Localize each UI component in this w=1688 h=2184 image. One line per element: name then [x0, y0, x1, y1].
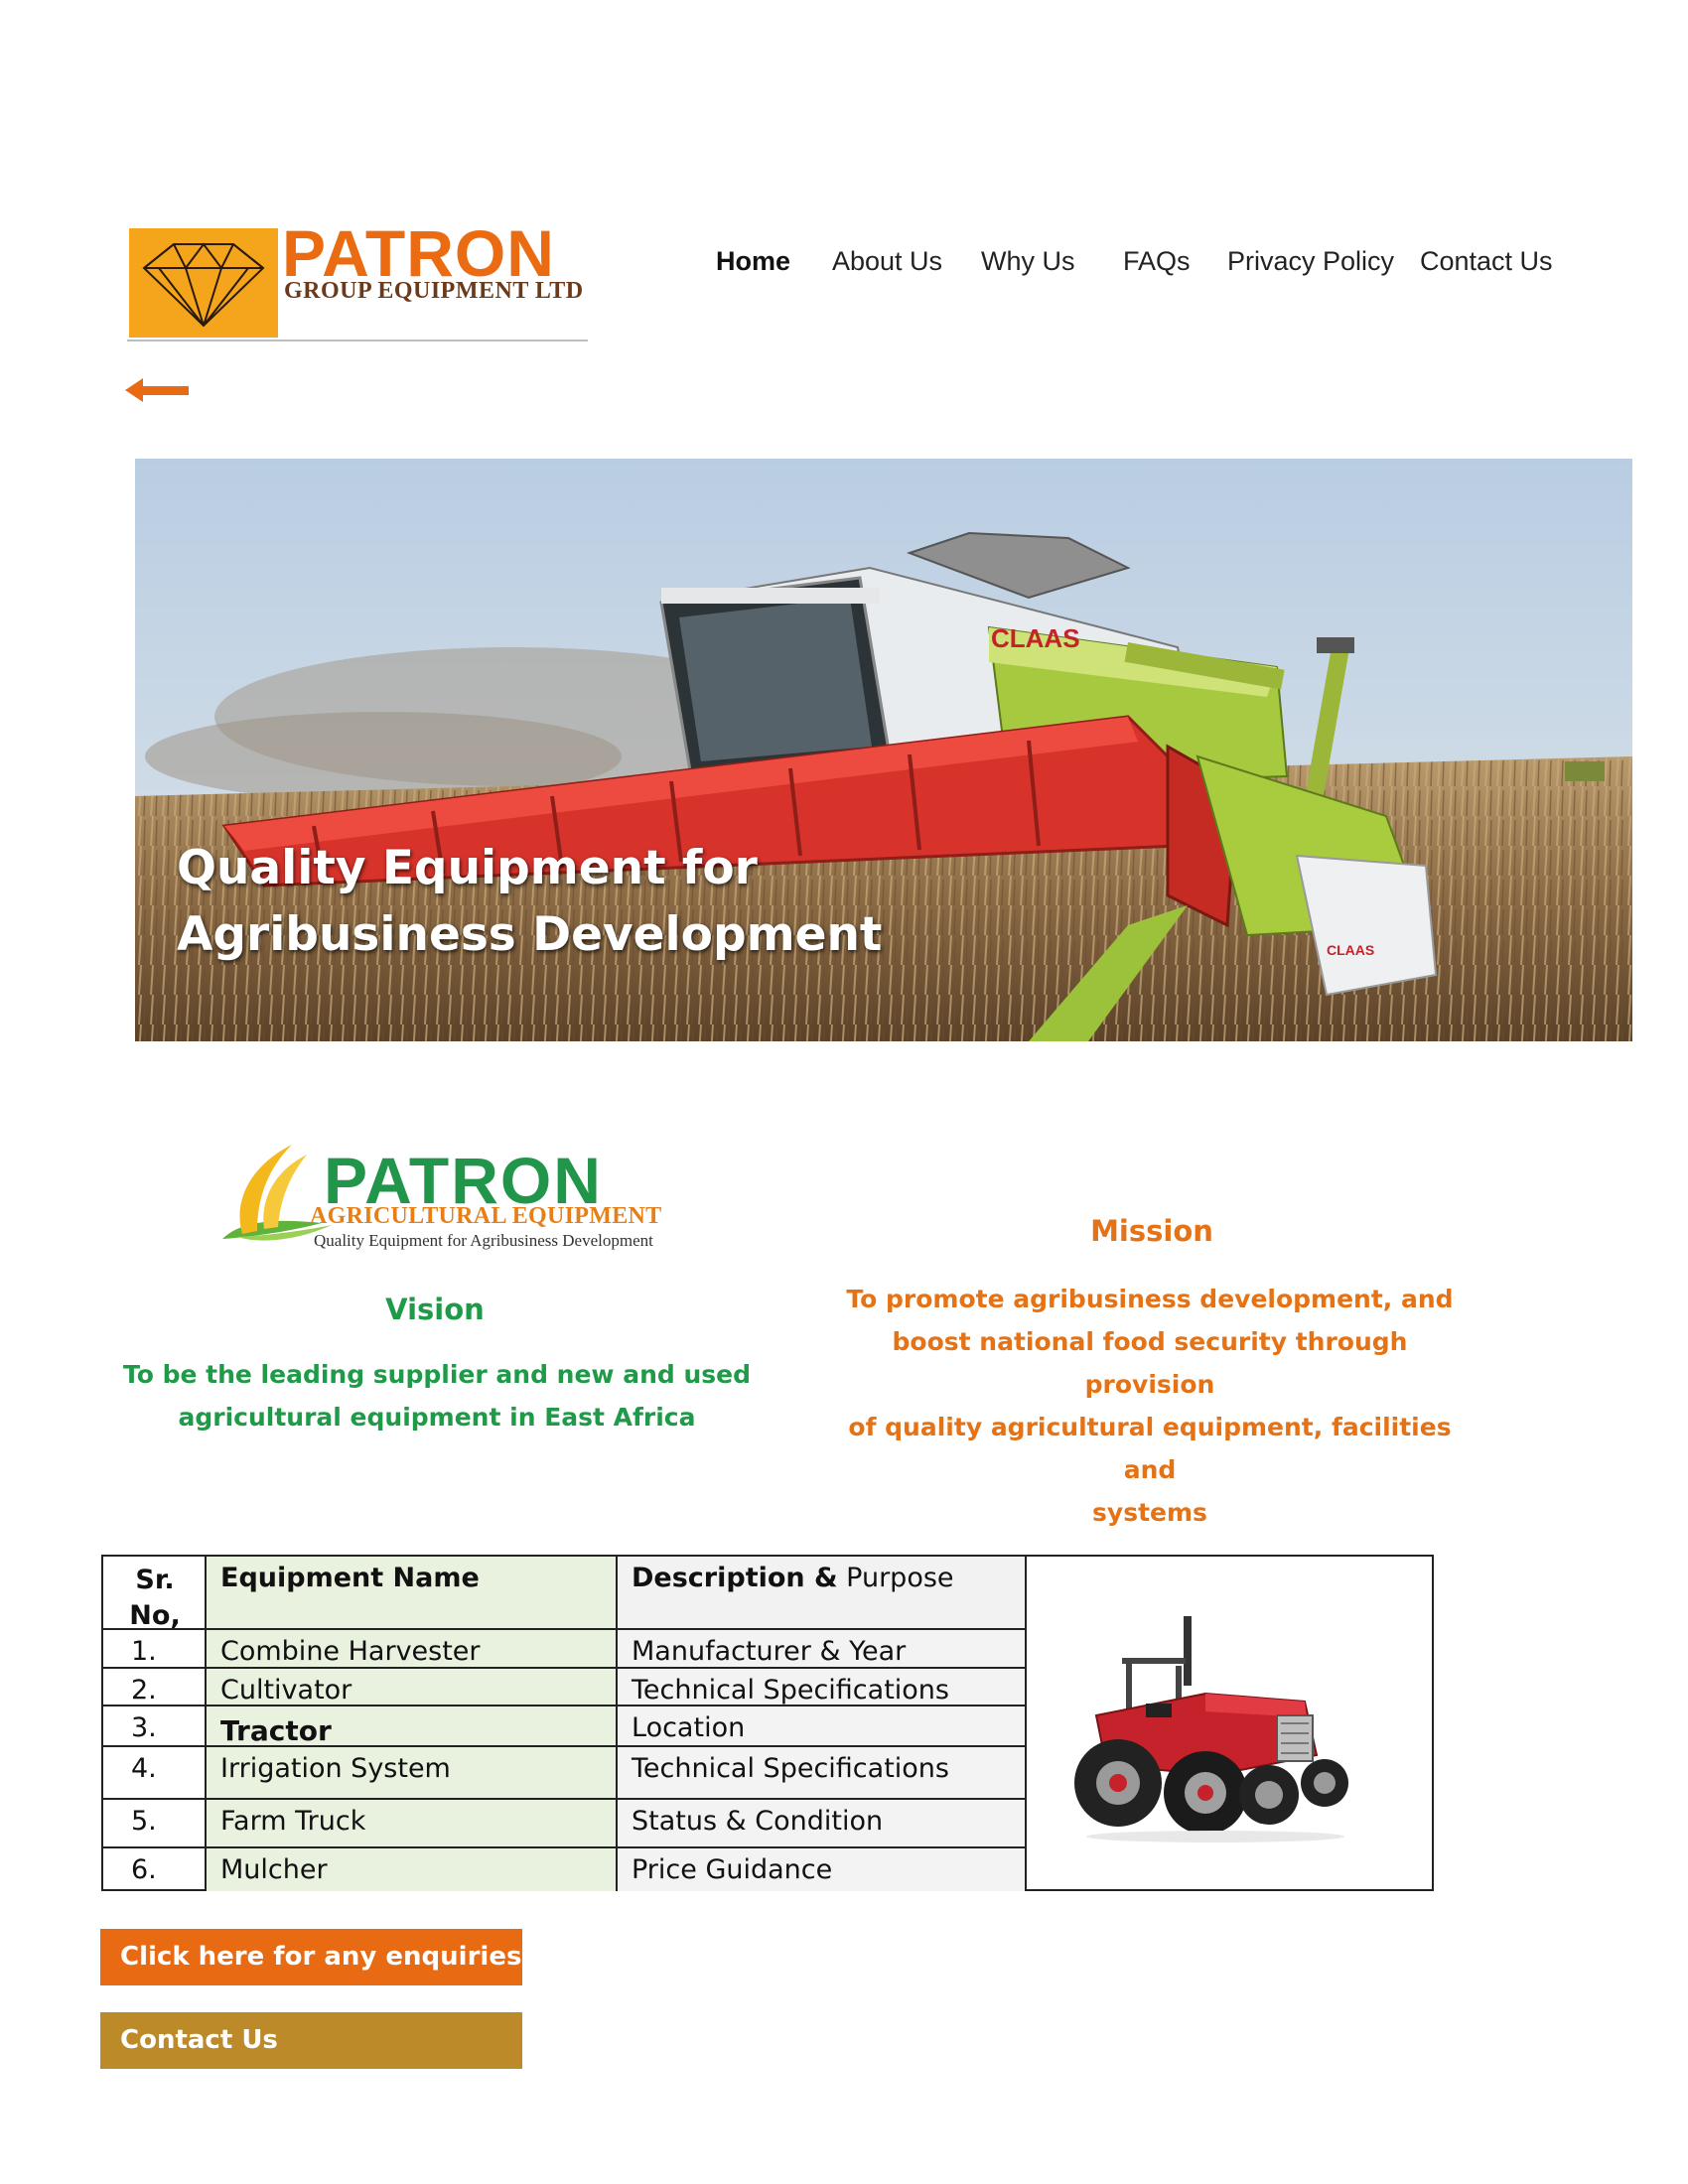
mission-line-3: of quality agricultural equipment, facil… — [848, 1413, 1452, 1484]
grid-line — [103, 1798, 1027, 1800]
enquiries-button[interactable]: Click here for any enquiries — [100, 1929, 522, 1985]
nav-home[interactable]: Home — [716, 246, 790, 277]
row-3-sr: 3. — [131, 1712, 157, 1743]
hero-title-line1: Quality Equipment for — [177, 841, 758, 895]
grid-line — [103, 1846, 1027, 1848]
grid-line — [103, 1667, 1027, 1669]
row-2-desc: Technical Specifications — [632, 1675, 949, 1706]
grid-line — [103, 1628, 1027, 1630]
svg-text:CLAAS: CLAAS — [991, 623, 1080, 653]
nav-privacy-policy[interactable]: Privacy Policy — [1227, 246, 1394, 277]
diamond-logo-icon — [129, 228, 278, 338]
brand-subtitle: GROUP EQUIPMENT LTD — [284, 278, 584, 304]
mission-heading: Mission — [1090, 1214, 1213, 1248]
grid-line — [616, 1557, 618, 1891]
tractor-image — [1074, 1616, 1348, 1843]
mission-line-2: boost national food security through pro… — [892, 1327, 1408, 1399]
hero-banner: CLAAS CLAAS Quality Equipment for Agribu… — [135, 459, 1632, 1041]
vision-line-2: agricultural equipment in East Africa — [178, 1403, 696, 1432]
row-4-desc: Technical Specifications — [632, 1753, 949, 1784]
row-3-desc: Location — [632, 1712, 746, 1743]
row-4-sr: 4. — [131, 1753, 157, 1784]
nav-why-us[interactable]: Why Us — [981, 246, 1075, 277]
agri-brand-subtitle: AGRICULTURAL EQUIPMENT — [310, 1203, 662, 1229]
nav-faqs[interactable]: FAQs — [1123, 246, 1191, 277]
row-5-name: Farm Truck — [220, 1806, 366, 1837]
row-6-name: Mulcher — [220, 1854, 328, 1885]
row-1-desc: Manufacturer & Year — [632, 1636, 907, 1667]
grid-line — [103, 1745, 1027, 1747]
row-1-name: Combine Harvester — [220, 1636, 481, 1667]
patron-agricultural-logo[interactable]: PATRON AGRICULTURAL EQUIPMENT Quality Eq… — [212, 1140, 662, 1257]
brand-name: PATRON — [282, 216, 555, 290]
hero-title-line2: Agribusiness Development — [177, 907, 883, 962]
mission-line-1: To promote agribusiness development, and — [846, 1285, 1454, 1313]
row-2-name: Cultivator — [220, 1675, 352, 1706]
row-6-desc: Price Guidance — [632, 1854, 833, 1885]
row-1-sr: 1. — [131, 1636, 157, 1667]
vision-text: To be the leading supplier and new and u… — [119, 1353, 755, 1438]
row-2-sr: 2. — [131, 1675, 157, 1706]
header-equipment-name: Equipment Name — [220, 1563, 480, 1593]
mission-text: To promote agribusiness development, and… — [832, 1278, 1468, 1534]
row-5-desc: Status & Condition — [632, 1806, 884, 1837]
row-6-sr: 6. — [131, 1854, 157, 1885]
header-description-rest: Purpose — [837, 1563, 954, 1593]
nav-about-us[interactable]: About Us — [832, 246, 942, 277]
vision-line-1: To be the leading supplier and new and u… — [122, 1360, 752, 1389]
header-description: Description & Purpose — [618, 1561, 968, 1595]
grid-line — [205, 1557, 207, 1891]
header-sr-line1: Sr. — [135, 1565, 175, 1595]
grid-line — [1025, 1557, 1027, 1891]
row-5-sr: 5. — [131, 1806, 157, 1837]
vision-heading: Vision — [385, 1293, 485, 1326]
equipment-table: Sr. No, Equipment Name Description & Pur… — [101, 1555, 1434, 1891]
nav-contact-us[interactable]: Contact Us — [1420, 246, 1553, 277]
patron-group-logo[interactable]: PATRON GROUP EQUIPMENT LTD — [127, 216, 588, 343]
arrow-left-icon[interactable] — [125, 375, 191, 405]
logo-divider — [127, 340, 588, 341]
agri-brand-tagline: Quality Equipment for Agribusiness Devel… — [314, 1231, 653, 1250]
header-description-bold: Description & — [632, 1563, 838, 1593]
row-3-name: Tractor — [220, 1714, 332, 1747]
mission-line-4: systems — [1092, 1498, 1207, 1527]
contact-us-button[interactable]: Contact Us — [100, 2012, 522, 2069]
grid-line — [103, 1705, 1027, 1706]
svg-text:CLAAS: CLAAS — [1327, 942, 1374, 958]
row-4-name: Irrigation System — [220, 1753, 451, 1784]
header-sr: Sr. No, — [103, 1561, 207, 1636]
